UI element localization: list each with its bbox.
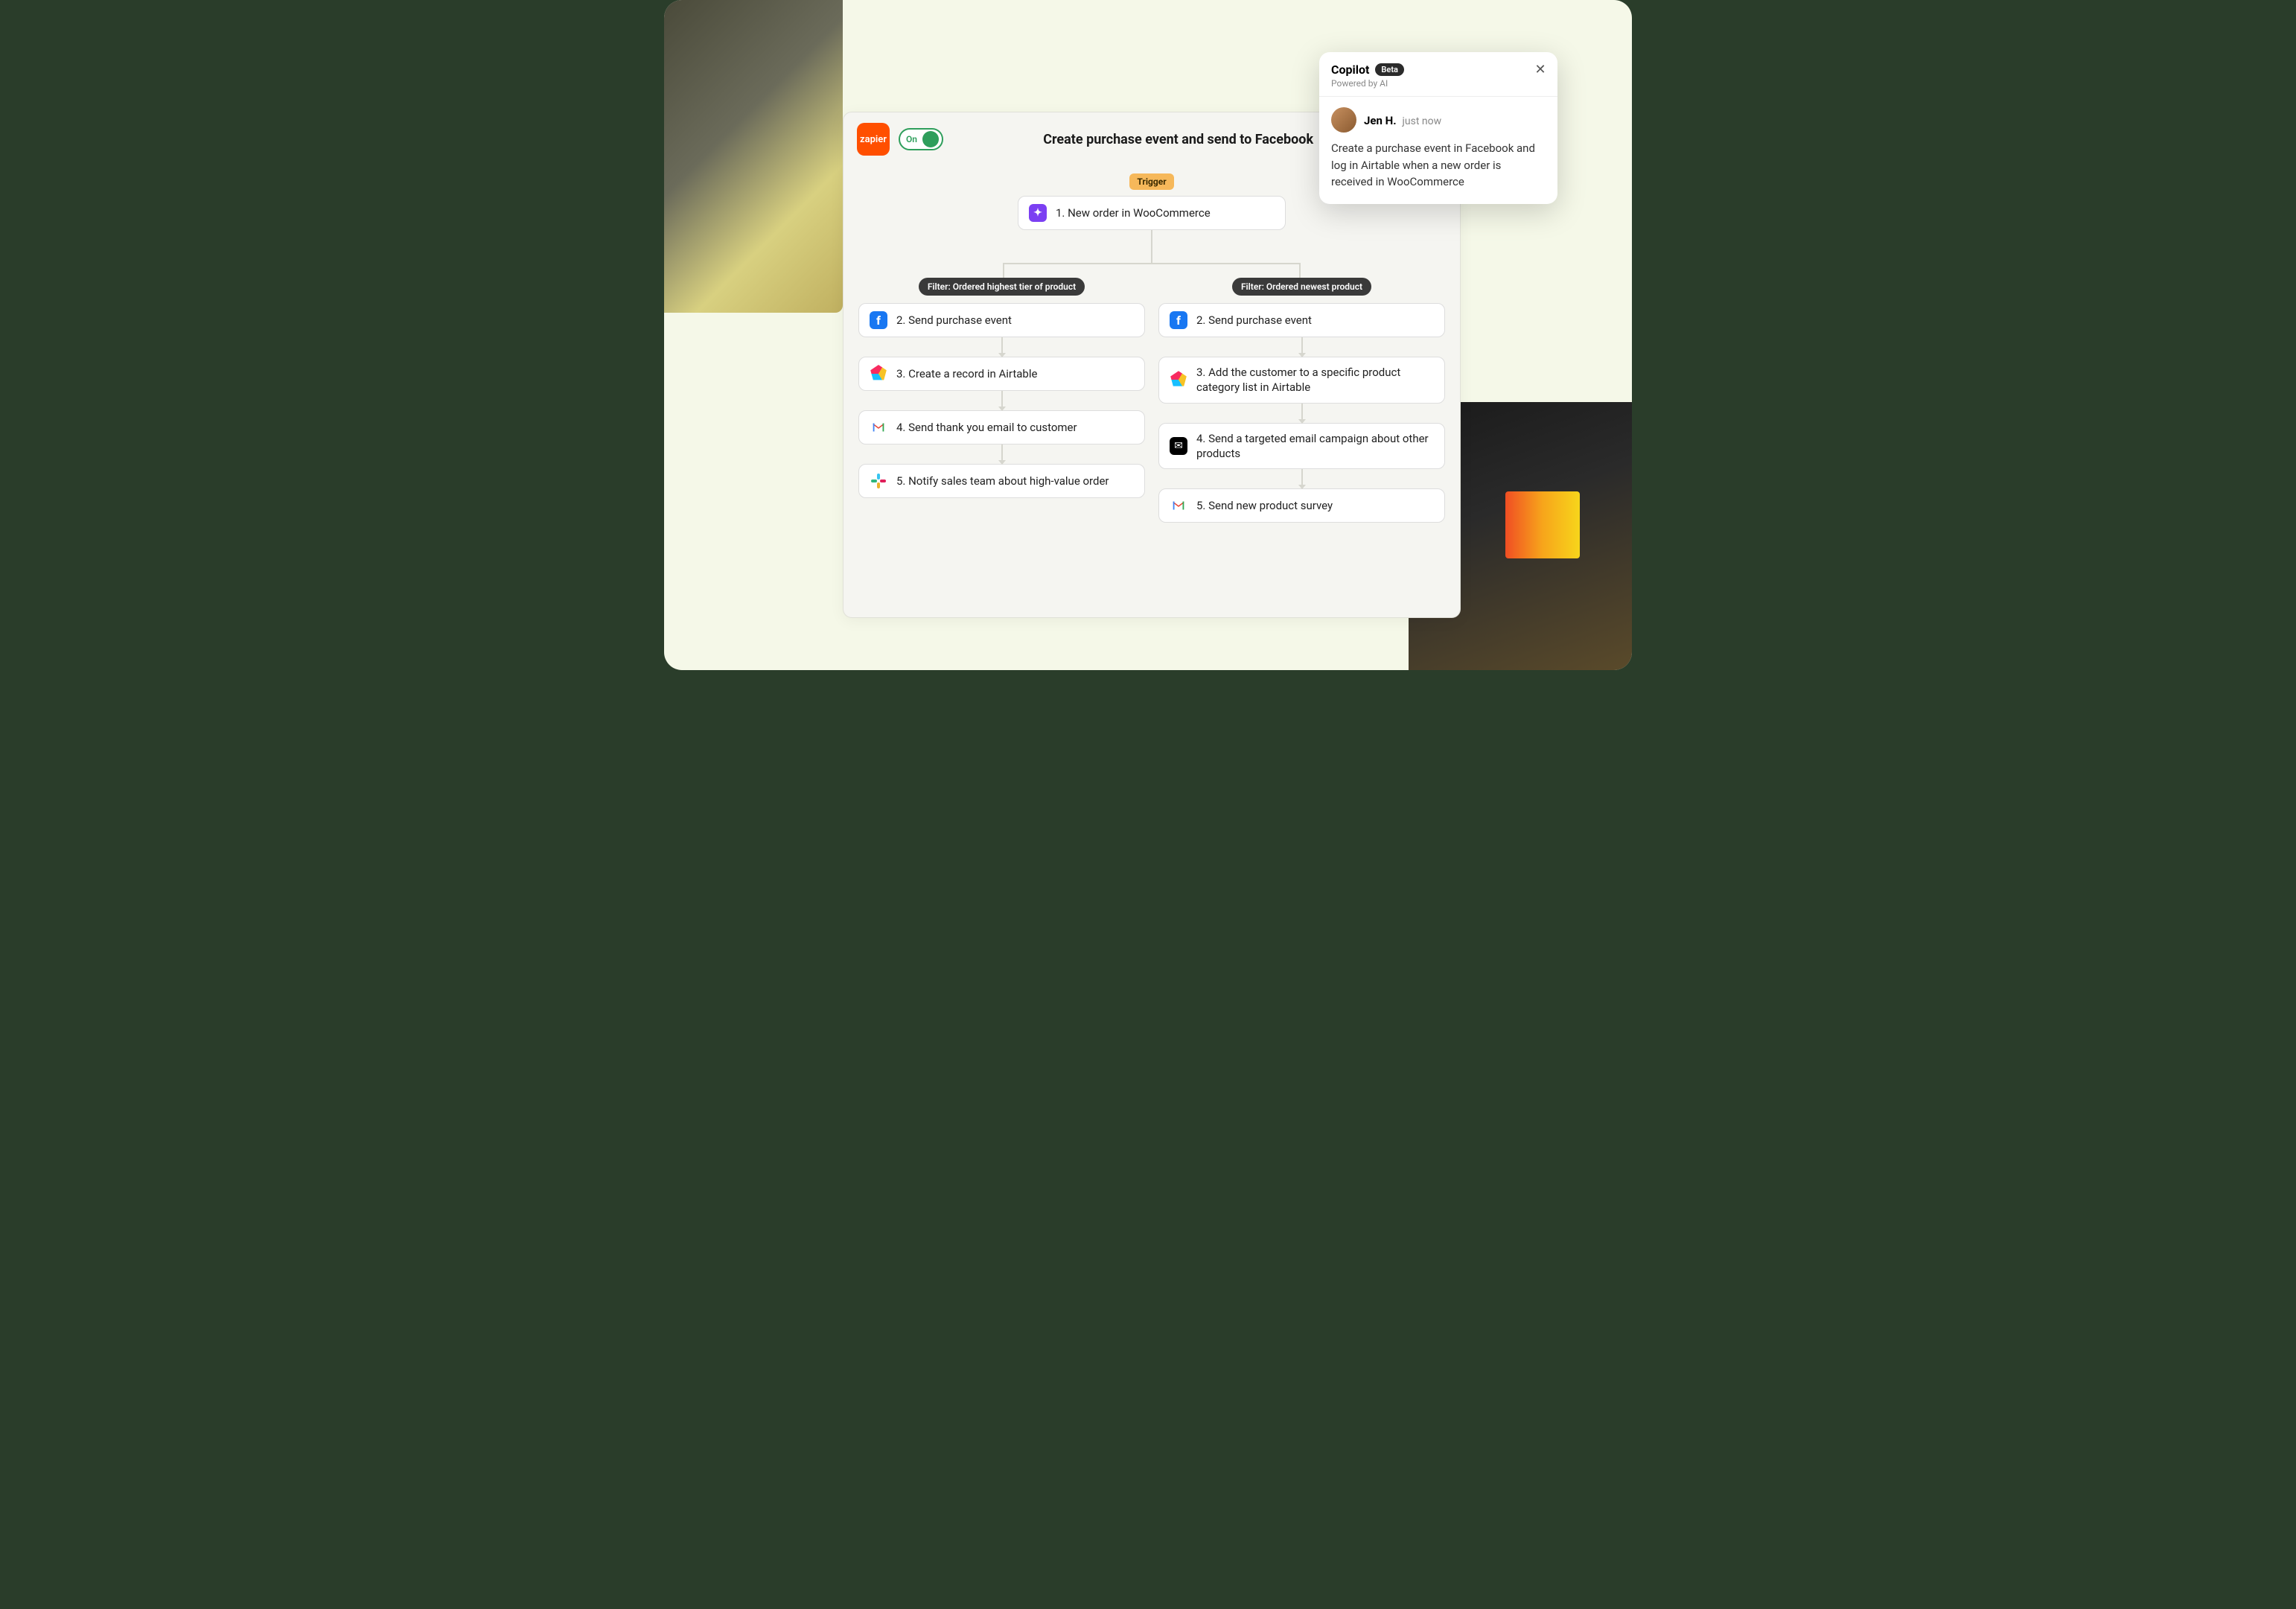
avatar [1331,107,1356,133]
left-step-3-label: 4. Send thank you email to customer [896,420,1077,435]
branch-split: Filter: Ordered highest tier of product … [858,230,1445,523]
zap-enabled-toggle[interactable]: On [899,128,943,150]
branch-left: Filter: Ordered highest tier of product … [858,278,1145,523]
connector [1301,337,1303,357]
zapier-logo-text: zapier [860,134,887,145]
left-step-2-label: 3. Create a record in Airtable [896,366,1037,381]
left-step-1[interactable]: f 2. Send purchase event [858,303,1145,337]
trigger-step-label: 1. New order in WooCommerce [1056,205,1211,220]
copilot-panel: Copilot Beta Powered by AI ✕ Jen H. just… [1319,52,1557,204]
message-user: Jen H. [1364,114,1397,127]
right-step-2[interactable]: 3. Add the customer to a specific produc… [1158,357,1445,404]
toggle-knob [922,131,939,147]
left-step-3[interactable]: 4. Send thank you email to customer [858,410,1145,445]
connector [1301,469,1303,488]
connector [1001,337,1003,357]
stage: zapier On Create purchase event and send… [664,0,1632,670]
right-step-2-label: 3. Add the customer to a specific produc… [1196,365,1434,395]
copilot-title: Copilot [1331,63,1369,77]
facebook-icon: f [870,311,887,329]
copilot-subtitle: Powered by AI [1331,78,1546,89]
right-step-1-label: 2. Send purchase event [1196,313,1312,328]
toggle-label: On [906,134,917,144]
close-button[interactable]: ✕ [1532,61,1549,77]
branch-right: Filter: Ordered newest product f 2. Send… [1158,278,1445,523]
gmail-icon [870,418,887,436]
right-step-1[interactable]: f 2. Send purchase event [1158,303,1445,337]
left-step-4-label: 5. Notify sales team about high-value or… [896,474,1109,488]
left-step-2[interactable]: 3. Create a record in Airtable [858,357,1145,391]
right-step-4-label: 5. Send new product survey [1196,498,1333,513]
connector-drop-right [1299,263,1301,278]
filter-pill-right[interactable]: Filter: Ordered newest product [1232,278,1371,296]
slack-icon [870,472,887,490]
facebook-icon: f [1170,311,1187,329]
trigger-step[interactable]: ✦ 1. New order in WooCommerce [1018,196,1286,230]
mailchimp-icon: ✉ [1170,437,1187,455]
zapier-logo: zapier [857,123,890,156]
right-step-4[interactable]: 5. Send new product survey [1158,488,1445,523]
zap-title: Create purchase event and send to Facebo… [1043,132,1313,147]
connector [1001,445,1003,464]
connector-drop-left [1003,263,1004,278]
copilot-body: Jen H. just now Create a purchase event … [1319,97,1557,204]
left-step-1-label: 2. Send purchase event [896,313,1012,328]
gmail-icon [1170,497,1187,514]
decorative-photo-left [664,0,843,313]
airtable-icon [870,365,887,383]
connector [1301,404,1303,423]
message-text: Create a purchase event in Facebook and … [1331,140,1546,191]
beta-badge: Beta [1375,63,1404,76]
airtable-icon [1170,371,1187,389]
message-timestamp: just now [1403,115,1442,127]
message-header: Jen H. just now [1331,107,1546,133]
right-step-3-label: 4. Send a targeted email campaign about … [1196,431,1434,462]
branch-columns: Filter: Ordered highest tier of product … [858,230,1445,523]
woocommerce-icon: ✦ [1029,204,1047,222]
filter-pill-left[interactable]: Filter: Ordered highest tier of product [919,278,1085,296]
connector-hbar [1003,263,1301,264]
right-step-3[interactable]: ✉ 4. Send a targeted email campaign abou… [1158,423,1445,470]
connector-stem [1151,230,1152,263]
flow-canvas: Trigger ✦ 1. New order in WooCommerce Fi… [844,166,1460,538]
close-icon: ✕ [1534,62,1546,77]
copilot-header: Copilot Beta Powered by AI ✕ [1319,52,1557,97]
trigger-badge: Trigger [1129,173,1173,190]
connector [1001,391,1003,410]
left-step-4[interactable]: 5. Notify sales team about high-value or… [858,464,1145,498]
